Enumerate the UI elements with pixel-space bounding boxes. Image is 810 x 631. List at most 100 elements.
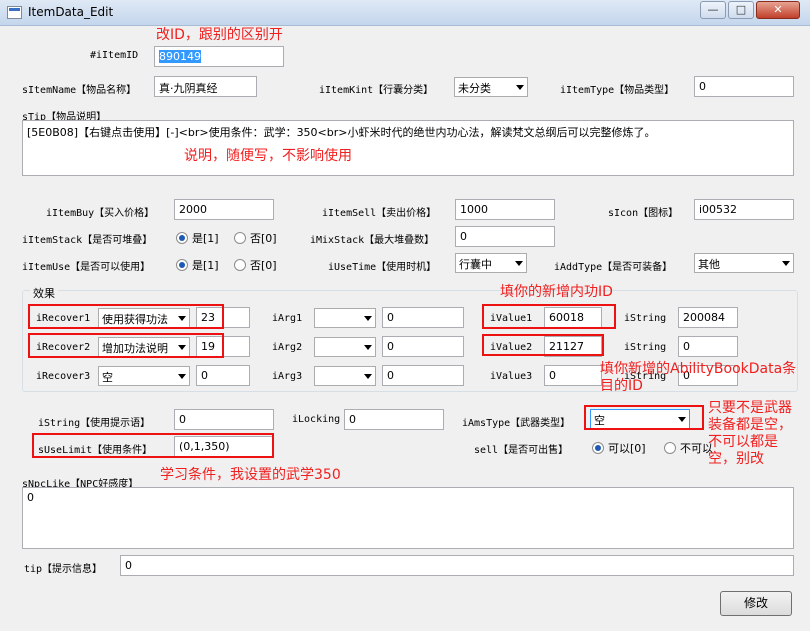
maximize-button[interactable]: □	[728, 1, 754, 19]
radio-unchecked-icon	[234, 259, 246, 271]
chevron-down-icon	[782, 261, 790, 266]
radio-checked-icon	[592, 442, 604, 454]
iitembuy-input[interactable]: 2000	[174, 199, 274, 220]
irecover3-label: iRecover3	[36, 371, 91, 382]
irecover3-input[interactable]: 0	[196, 365, 250, 386]
istring1-input[interactable]: 200084	[678, 307, 738, 328]
iitemid-value: 890149	[159, 50, 201, 63]
annotation-box-ivalue1	[482, 304, 616, 329]
iitemuse-no-label: 否[0]	[250, 259, 277, 272]
annotation-box-irecover1	[28, 304, 224, 329]
sitemname-input[interactable]: 真·九阴真经	[154, 76, 257, 97]
istring-use-label: iString【使用提示语】	[38, 418, 151, 429]
iitemuse-yes-label: 是[1]	[192, 259, 219, 272]
iusetime-label: iUseTime【使用时机】	[328, 262, 437, 273]
iitemkint-select[interactable]: 未分类	[454, 77, 528, 97]
sell-no-radio[interactable]: 不可以	[664, 440, 713, 456]
radio-checked-icon	[176, 259, 188, 271]
iarg2-label: iArg2	[272, 342, 303, 353]
irecover3-combo-value: 空	[102, 371, 113, 384]
iamstype-label: iAmsType【武器类型】	[462, 418, 571, 429]
chevron-down-icon	[364, 316, 372, 321]
iarg2-select[interactable]	[314, 337, 376, 357]
ivalue3-input[interactable]: 0	[544, 365, 602, 386]
annotation-box-iamstype	[584, 405, 704, 430]
imixstack-label: iMixStack【最大堆叠数】	[310, 235, 435, 246]
iarg3-label: iArg3	[272, 371, 303, 382]
iaddtype-value: 其他	[698, 258, 720, 271]
sell-yes-label: 可以[0]	[608, 442, 646, 455]
window-title: ItemData_Edit	[28, 5, 114, 19]
annotation-weapon-type: 只要不是武器装备都是空，不可以都是空，别改	[708, 400, 792, 467]
annotation-box-irecover2	[28, 333, 224, 358]
annotation-abilitybook-id: 填你新增的AbilityBookData条目的ID	[600, 361, 797, 394]
radio-checked-icon	[176, 232, 188, 244]
stip-textarea[interactable]: [5E0B08]【右键点击使用】[-]<br>使用条件：武学：350<br>小虾…	[22, 120, 794, 176]
iitemstack-label: iItemStack【是否可堆叠】	[22, 235, 153, 246]
iarg3-input[interactable]: 0	[382, 365, 464, 386]
close-button[interactable]: ✕	[756, 1, 800, 19]
iaddtype-select[interactable]: 其他	[694, 253, 794, 273]
iitemkint-label: iItemKint【行囊分类】	[319, 85, 434, 96]
iitembuy-label: iItemBuy【买入价格】	[46, 208, 155, 219]
iarg2-input[interactable]: 0	[382, 336, 464, 357]
iitemuse-yes-radio[interactable]: 是[1]	[176, 257, 219, 273]
annotation-box-suselimit	[32, 433, 274, 458]
iitemtype-label: iItemType【物品类型】	[560, 85, 675, 96]
istring-use-input[interactable]: 0	[174, 409, 274, 430]
sicon-input[interactable]: i00532	[694, 199, 794, 220]
chevron-down-icon	[515, 261, 523, 266]
iarg1-select[interactable]	[314, 308, 376, 328]
iaddtype-label: iAddType【是否可装备】	[554, 262, 673, 273]
app-icon	[7, 6, 22, 19]
stip-value: [5E0B08]【右键点击使用】[-]<br>使用条件：武学：350<br>小虾…	[27, 126, 656, 139]
irecover3-select[interactable]: 空	[98, 366, 190, 386]
iitemstack-no-radio[interactable]: 否[0]	[234, 230, 277, 246]
istring1-label: iString	[624, 313, 667, 324]
tip-input[interactable]: 0	[120, 555, 794, 576]
iitemuse-no-radio[interactable]: 否[0]	[234, 257, 277, 273]
ivalue3-label: iValue3	[490, 371, 533, 382]
sell-label: sell【是否可出售】	[474, 445, 569, 456]
istring2-input[interactable]: 0	[678, 336, 738, 357]
effects-group-title: 效果	[30, 285, 58, 301]
modify-button[interactable]: 修改	[720, 591, 792, 616]
sitemname-label: sItemName【物品名称】	[22, 85, 137, 96]
annotation-neigong-id: 填你的新增内功ID	[500, 284, 613, 300]
ilocking-label: iLocking	[292, 414, 341, 425]
iitemtype-input[interactable]: 0	[694, 76, 794, 97]
iusetime-select[interactable]: 行囊中	[455, 253, 527, 273]
radio-unchecked-icon	[234, 232, 246, 244]
annotation-change-id: 改ID，跟别的区别开	[156, 27, 283, 43]
minimize-button[interactable]: —	[700, 1, 726, 19]
annotation-box-ivalue2	[482, 334, 604, 356]
sicon-label: sIcon【图标】	[608, 208, 679, 219]
iitemstack-yes-label: 是[1]	[192, 232, 219, 245]
istring2-label: iString	[624, 342, 667, 353]
iitemsell-label: iItemSell【卖出价格】	[322, 208, 437, 219]
sell-yes-radio[interactable]: 可以[0]	[592, 440, 646, 456]
ilocking-input[interactable]: 0	[344, 409, 444, 430]
snpclike-textarea[interactable]: 0	[22, 487, 794, 549]
iitemstack-yes-radio[interactable]: 是[1]	[176, 230, 219, 246]
iitemuse-label: iItemUse【是否可以使用】	[22, 262, 151, 273]
tip-label: tip【提示信息】	[24, 564, 103, 575]
iarg3-select[interactable]	[314, 366, 376, 386]
imixstack-input[interactable]: 0	[455, 226, 555, 247]
form-client: #iItemID 890149 sItemName【物品名称】 真·九阴真经 i…	[6, 26, 804, 626]
snpclike-value: 0	[27, 491, 34, 504]
iitemsell-input[interactable]: 1000	[455, 199, 555, 220]
title-bar: ItemData_Edit — □ ✕	[0, 0, 810, 26]
radio-unchecked-icon	[664, 442, 676, 454]
chevron-down-icon	[364, 345, 372, 350]
iitemid-input[interactable]: 890149	[154, 46, 284, 67]
iusetime-value: 行囊中	[459, 258, 492, 271]
annotation-learn-condition: 学习条件，我设置的武学350	[160, 467, 341, 483]
iarg1-label: iArg1	[272, 313, 303, 324]
iitemid-label: #iItemID	[90, 50, 139, 61]
iarg1-input[interactable]: 0	[382, 307, 464, 328]
chevron-down-icon	[364, 374, 372, 379]
annotation-description: 说明，随便写，不影响使用	[184, 148, 352, 164]
chevron-down-icon	[178, 374, 186, 379]
iitemstack-no-label: 否[0]	[250, 232, 277, 245]
